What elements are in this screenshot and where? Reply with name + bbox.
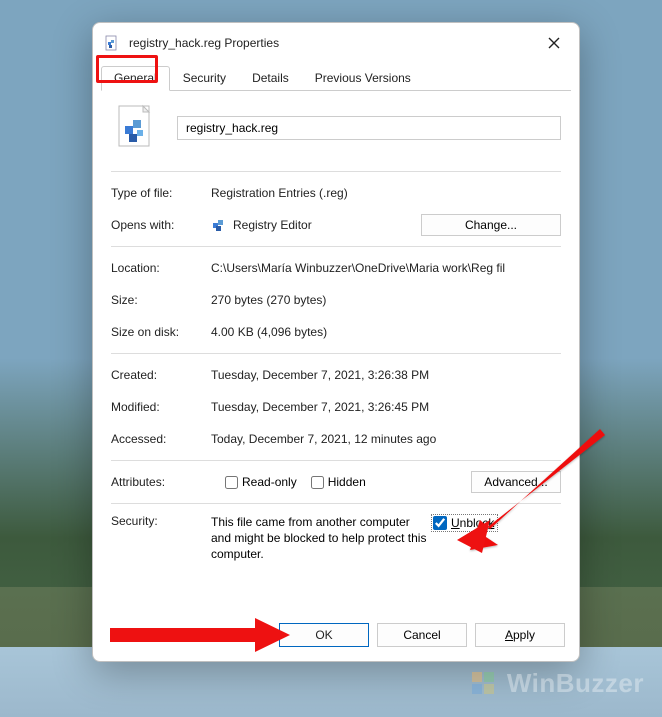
- divider: [111, 171, 561, 172]
- divider: [111, 503, 561, 504]
- cancel-button[interactable]: Cancel: [377, 623, 467, 647]
- readonly-checkbox[interactable]: [225, 476, 238, 489]
- size-value: 270 bytes (270 bytes): [211, 293, 561, 307]
- modified-value: Tuesday, December 7, 2021, 3:26:45 PM: [211, 400, 561, 414]
- security-label: Security:: [111, 514, 211, 528]
- type-of-file-label: Type of file:: [111, 186, 211, 200]
- attributes-label: Attributes:: [111, 475, 211, 489]
- filename-input[interactable]: [177, 116, 561, 140]
- divider: [111, 353, 561, 354]
- modified-label: Modified:: [111, 400, 211, 414]
- properties-dialog: registry_hack.reg Properties General Sec…: [92, 22, 580, 662]
- hidden-checkbox[interactable]: [311, 476, 324, 489]
- watermark-icon: [469, 669, 499, 699]
- close-icon: [548, 37, 560, 49]
- size-on-disk-label: Size on disk:: [111, 325, 211, 339]
- size-label: Size:: [111, 293, 211, 307]
- ok-button[interactable]: OK: [279, 623, 369, 647]
- security-text: This file came from another computer and…: [211, 514, 431, 563]
- apply-button[interactable]: Apply: [475, 623, 565, 647]
- tab-content: Type of file: Registration Entries (.reg…: [93, 91, 579, 613]
- created-label: Created:: [111, 368, 211, 382]
- readonly-label: Read-only: [242, 475, 297, 489]
- accessed-value: Today, December 7, 2021, 12 minutes ago: [211, 432, 561, 446]
- accessed-label: Accessed:: [111, 432, 211, 446]
- readonly-checkbox-wrap[interactable]: Read-only: [225, 475, 297, 489]
- close-button[interactable]: [539, 31, 569, 55]
- tab-previous-versions[interactable]: Previous Versions: [302, 66, 424, 91]
- tab-general[interactable]: General: [101, 66, 170, 91]
- tab-security[interactable]: Security: [170, 66, 239, 91]
- hidden-checkbox-wrap[interactable]: Hidden: [311, 475, 366, 489]
- unblock-label: Unblock: [451, 516, 494, 530]
- hidden-label: Hidden: [328, 475, 366, 489]
- window-title: registry_hack.reg Properties: [129, 36, 531, 50]
- registry-editor-icon: [211, 216, 227, 235]
- location-label: Location:: [111, 261, 211, 275]
- advanced-button[interactable]: Advanced...: [471, 471, 561, 493]
- titlebar: registry_hack.reg Properties: [93, 23, 579, 59]
- divider: [111, 246, 561, 247]
- dialog-button-bar: OK Cancel Apply: [93, 613, 579, 661]
- created-value: Tuesday, December 7, 2021, 3:26:38 PM: [211, 368, 561, 382]
- unblock-checkbox[interactable]: [433, 516, 447, 530]
- divider: [111, 460, 561, 461]
- tab-strip: General Security Details Previous Versio…: [101, 65, 571, 91]
- opens-with-label: Opens with:: [111, 218, 211, 232]
- size-on-disk-value: 4.00 KB (4,096 bytes): [211, 325, 561, 339]
- unblock-checkbox-wrap[interactable]: Unblock: [431, 514, 498, 532]
- watermark: WinBuzzer: [469, 668, 644, 699]
- opens-with-value: Registry Editor: [233, 218, 312, 232]
- location-value: C:\Users\María Winbuzzer\OneDrive\Maria …: [211, 261, 561, 275]
- reg-file-icon: [103, 34, 121, 52]
- file-type-icon: [111, 103, 161, 153]
- tab-details[interactable]: Details: [239, 66, 302, 91]
- type-of-file-value: Registration Entries (.reg): [211, 186, 561, 200]
- change-button[interactable]: Change...: [421, 214, 561, 236]
